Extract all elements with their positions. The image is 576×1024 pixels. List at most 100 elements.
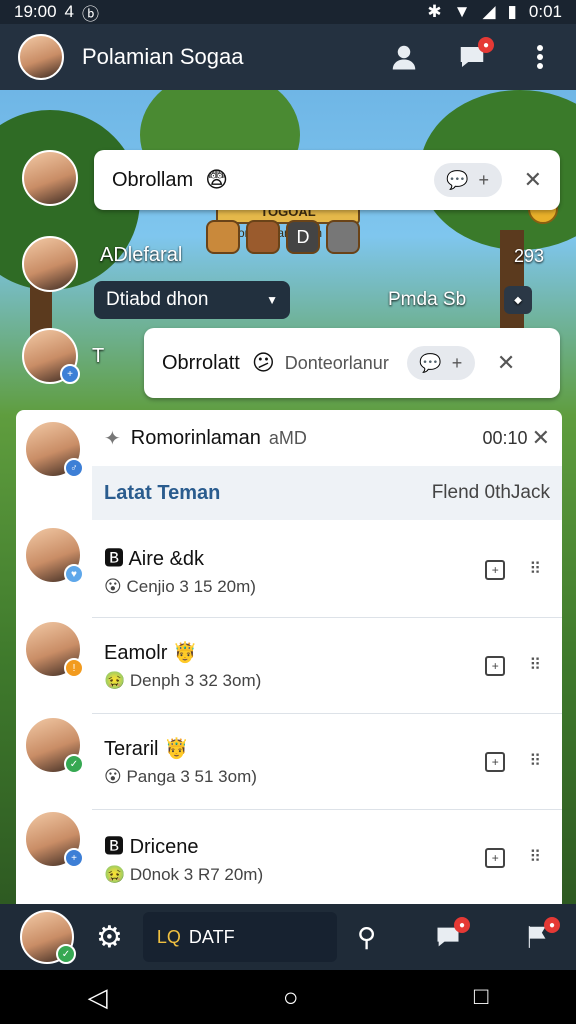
chat-icon: 💬 <box>419 352 442 373</box>
more-vert-icon <box>537 45 543 69</box>
app-title: Polamian Sogaa <box>82 44 244 69</box>
game-character[interactable] <box>326 220 360 254</box>
group-icon: ✦ <box>104 427 121 450</box>
online-badge-icon: ✓ <box>64 754 84 774</box>
chat-avatar[interactable] <box>22 236 78 292</box>
emoji-icon: 😕 <box>251 350 275 375</box>
friend-status: D0nok 3 R7 20m) <box>129 865 264 884</box>
overflow-menu-button[interactable] <box>522 39 558 75</box>
game-character-box[interactable]: D <box>286 220 320 254</box>
system-nav-bar: ◁ ○ □ <box>0 970 576 1024</box>
status-emoji-icon: 🤢 <box>104 865 126 884</box>
game-character[interactable] <box>246 220 280 254</box>
friend-status: Panga 3 51 3om) <box>126 767 257 786</box>
verified-badge-icon: ♂ <box>64 458 84 478</box>
friend-name-icon: 🤴 <box>164 738 189 760</box>
friend-avatar[interactable]: ♥ <box>24 526 84 584</box>
player-score: 293 <box>514 246 545 266</box>
invite-icon[interactable]: + <box>485 655 506 676</box>
verified-badge-icon: + <box>64 848 84 868</box>
player-name: ADlefaral <box>100 244 183 266</box>
verified-badge-icon: + <box>60 364 80 384</box>
online-badge-icon: ✓ <box>56 944 76 964</box>
close-icon[interactable]: ✕ <box>524 167 542 193</box>
my-avatar[interactable]: ✓ <box>20 910 76 964</box>
person-icon <box>392 45 416 70</box>
signal-icon: ◢ <box>482 2 496 21</box>
chat-icon: 💬 <box>446 169 469 190</box>
status-emoji-icon: 😮 <box>104 577 122 596</box>
gear-icon[interactable]: ⚙ <box>96 920 123 955</box>
drag-handle-icon[interactable]: ⠿ <box>529 657 542 673</box>
friend-row[interactable]: 🅱 Dricene 🤢 D0nok 3 R7 20m) + ⠿ <box>92 810 562 906</box>
date-tab[interactable]: LQ DATF <box>142 912 337 962</box>
battery-icon: ▮ <box>507 2 517 21</box>
reply-button[interactable]: 💬 + <box>433 163 502 197</box>
panel-title: Romorinlaman <box>130 426 261 449</box>
close-icon[interactable]: ✕ <box>497 350 515 376</box>
game-dropdown-left[interactable]: Dtiabd dhon ▼ <box>94 281 290 319</box>
game-characters: D <box>206 220 360 254</box>
panel-meta: aMD <box>268 427 307 448</box>
friend-name-icon: 🅱 <box>104 836 124 858</box>
friend-avatar[interactable]: ! <box>24 620 84 678</box>
friend-name-icon: 🤴 <box>172 642 198 664</box>
friend-name: Aire &dk <box>128 548 205 570</box>
app-notification-icon: ⓑ <box>82 4 100 24</box>
chat-avatar[interactable]: + <box>22 328 80 384</box>
app-bar: Polamian Sogaa ● <box>0 24 576 90</box>
chat-avatar[interactable] <box>22 150 78 206</box>
bubble-subtext: Donteorlanur <box>284 352 389 373</box>
chevron-down-icon: ▼ <box>266 293 278 307</box>
friends-list-title: Latat Teman <box>104 481 221 504</box>
game-character[interactable] <box>206 220 240 254</box>
bluetooth-icon: ✱ <box>427 2 442 21</box>
profile-avatar[interactable] <box>18 34 64 80</box>
friend-status: Cenjio 3 15 20m) <box>126 577 256 596</box>
chat-bubble-2[interactable]: Obrrolatt 😕 Donteorlanur 💬 + ✕ <box>144 328 560 398</box>
dropdown-right-label: Pmda Sb <box>388 289 467 310</box>
panel-owner-avatar[interactable]: ♂ <box>24 420 84 478</box>
search-icon[interactable]: ⚲ <box>357 922 376 953</box>
friend-row[interactable]: Teraril 🤴 😮 Panga 3 51 3om) + ⠿ <box>92 714 562 810</box>
battery-text: 0:01 <box>528 2 562 21</box>
recents-icon[interactable]: □ <box>474 983 489 1011</box>
reply-button[interactable]: 💬 + <box>406 346 475 380</box>
close-icon[interactable]: ✕ <box>532 425 550 451</box>
status-emoji-icon: 😮 <box>104 767 122 786</box>
back-icon[interactable]: ◁ <box>88 982 108 1013</box>
alerts-button[interactable]: ● <box>520 917 560 955</box>
plus-icon: + <box>478 169 490 190</box>
date-tab-label: DATF <box>188 926 235 947</box>
friend-row[interactable]: 🅱 Aire &dk 😮 Cenjio 3 15 20m) + ⠿ <box>92 522 562 618</box>
friend-status: Denph 3 32 3om) <box>129 671 262 690</box>
tab-prefix-icon: LQ <box>156 926 181 947</box>
invite-icon[interactable]: + <box>485 559 506 580</box>
chat-button[interactable]: ● <box>430 917 470 955</box>
drag-handle-icon[interactable]: ⠿ <box>529 753 542 769</box>
wifi-icon: ▼ <box>453 2 471 21</box>
messages-badge: ● <box>478 37 494 53</box>
friend-avatar[interactable]: ✓ <box>24 716 84 774</box>
friends-list-filter[interactable]: Flend 0thJack <box>432 482 550 504</box>
invite-icon[interactable]: + <box>485 847 506 868</box>
game-dropdown-right[interactable]: Pmda Sb ◆ <box>380 281 540 319</box>
status-badge-icon: ! <box>64 658 84 678</box>
friend-name-icon: 🅱 <box>104 548 124 570</box>
status-time: 19:00 <box>14 2 57 21</box>
messages-button[interactable]: ● <box>454 37 494 75</box>
bottom-bar: ✓ ⚙ LQ DATF ⚲ ● ● <box>0 904 576 970</box>
friend-avatar[interactable]: + <box>24 810 84 868</box>
panel-header: ✦ Romorinlaman aMD 00:10 ✕ <box>92 410 562 466</box>
drag-handle-icon[interactable]: ⠿ <box>529 849 542 865</box>
bubble-text: Obrrolatt <box>162 351 240 374</box>
notification-icon: 4 <box>64 2 75 21</box>
chat-bubble-1[interactable]: Obrollam 😨 💬 + ✕ <box>94 150 560 210</box>
friend-name: Eamolr <box>104 642 168 664</box>
chat-row-1 <box>22 150 78 206</box>
home-icon[interactable]: ○ <box>283 982 299 1013</box>
friend-row[interactable]: Eamolr 🤴 🤢 Denph 3 32 3om) + ⠿ <box>92 618 562 714</box>
invite-icon[interactable]: + <box>485 751 506 772</box>
add-friend-button[interactable] <box>386 39 422 75</box>
drag-handle-icon[interactable]: ⠿ <box>529 561 542 577</box>
